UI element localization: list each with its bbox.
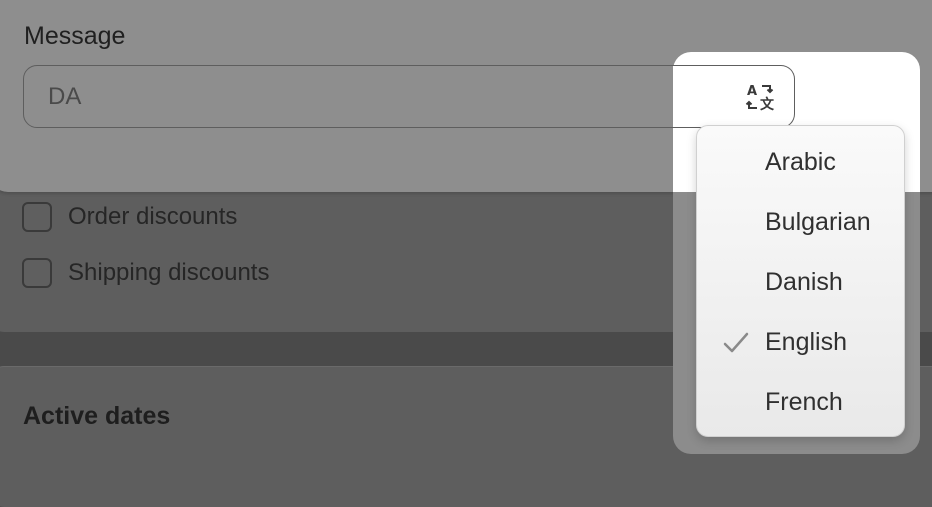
message-label: Message	[24, 22, 126, 50]
checkbox[interactable]	[22, 202, 52, 232]
language-option-label: Arabic	[765, 147, 836, 176]
active-dates-title: Active dates	[23, 402, 171, 430]
svg-text:文: 文	[760, 96, 775, 112]
language-option-arabic[interactable]: Arabic	[697, 132, 904, 192]
option-shipping-discounts[interactable]: Shipping discounts	[22, 258, 269, 288]
checkmark-icon	[723, 332, 749, 353]
language-option-french[interactable]: French	[697, 372, 904, 432]
language-option-bulgarian[interactable]: Bulgarian	[697, 192, 904, 252]
translate-icon[interactable]: A 文	[745, 82, 775, 112]
message-input-value: DA	[48, 82, 82, 110]
language-option-label: Danish	[765, 267, 843, 296]
language-dropdown: Arabic Bulgarian Danish English French	[696, 125, 905, 437]
option-label: Shipping discounts	[68, 259, 270, 286]
option-order-discounts[interactable]: Order discounts	[22, 202, 237, 232]
translate-button[interactable]	[673, 65, 795, 128]
language-option-label: Bulgarian	[765, 207, 871, 236]
language-option-danish[interactable]: Danish	[697, 252, 904, 312]
language-option-label: French	[765, 387, 843, 416]
svg-text:A: A	[747, 84, 757, 99]
language-option-label: English	[765, 327, 847, 356]
checkbox[interactable]	[22, 258, 52, 288]
option-label: Order discounts	[68, 203, 238, 230]
page: Order discounts Shipping discounts Activ…	[0, 0, 932, 507]
language-option-english[interactable]: English	[697, 312, 904, 372]
